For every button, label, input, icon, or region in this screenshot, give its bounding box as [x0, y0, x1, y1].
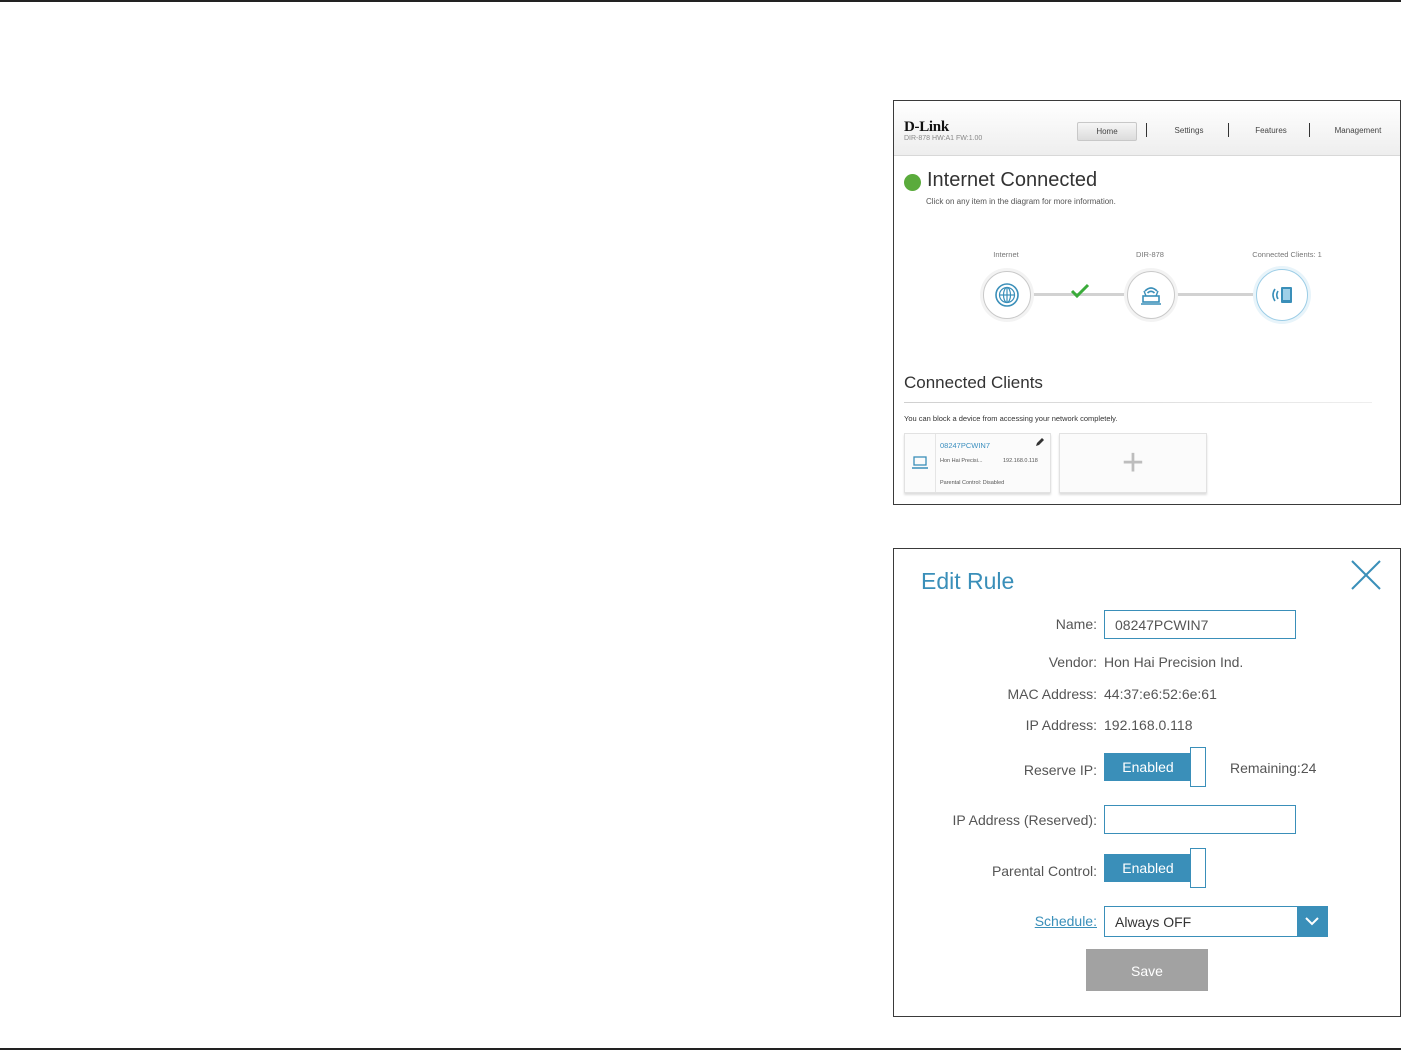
bottom-rule: [0, 1048, 1401, 1050]
close-icon[interactable]: [1349, 558, 1383, 592]
client-parental-status: Parental Control: Disabled: [940, 480, 1005, 486]
client-card-icon-area: [905, 434, 936, 492]
clients-node-label: Connected Clients: 1: [1252, 250, 1322, 259]
header-bar: D-Link DIR-878 HW:A1 FW:1.00 Home Settin…: [894, 101, 1400, 156]
name-label: Name:: [1055, 616, 1097, 632]
client-name: 08247PCWIN7: [940, 441, 991, 450]
status-indicator: [904, 174, 921, 191]
clients-node[interactable]: [1256, 269, 1308, 321]
router-clients-link: [1176, 293, 1258, 296]
toggle-knob[interactable]: [1190, 848, 1206, 888]
add-client-button[interactable]: +: [1059, 433, 1207, 493]
dialog-title: Edit Rule: [921, 568, 1015, 594]
router-icon: [1141, 287, 1161, 305]
top-rule: [0, 0, 1401, 2]
tab-home[interactable]: Home: [1077, 122, 1137, 141]
globe-icon: [995, 283, 1019, 307]
ip-reserved-input[interactable]: [1104, 805, 1296, 834]
reserve-ip-state: Enabled: [1104, 753, 1192, 781]
tab-management[interactable]: Management: [1324, 122, 1392, 139]
client-ip: 192.168.0.118: [1003, 458, 1038, 464]
ip-label: IP Address:: [1025, 717, 1097, 733]
laptop-icon: [912, 456, 928, 469]
ip-reserved-label: IP Address (Reserved):: [952, 812, 1097, 828]
save-button[interactable]: Save: [1086, 949, 1208, 991]
remaining-count: Remaining:24: [1230, 760, 1317, 776]
name-input[interactable]: [1104, 610, 1296, 639]
toggle-knob[interactable]: [1190, 747, 1206, 787]
mac-value: 44:37:e6:52:6e:61: [1104, 686, 1217, 702]
tab-settings[interactable]: Settings: [1162, 122, 1216, 139]
wireless-device-icon: [1272, 287, 1292, 303]
firmware-info: DIR-878 HW:A1 FW:1.00: [904, 135, 983, 142]
connected-clients-hint: You can block a device from accessing yo…: [904, 414, 1118, 423]
router-node[interactable]: [1127, 271, 1175, 319]
parental-control-label: Parental Control:: [991, 863, 1097, 879]
internet-node[interactable]: [983, 271, 1031, 319]
vendor-label: Vendor:: [1048, 654, 1097, 670]
schedule-select[interactable]: Always OFF: [1104, 906, 1328, 937]
parental-control-state: Enabled: [1104, 854, 1192, 882]
home-screen: D-Link DIR-878 HW:A1 FW:1.00 Home Settin…: [893, 100, 1401, 505]
parental-control-toggle[interactable]: Enabled: [1104, 848, 1206, 888]
internet-status-title: Internet Connected: [927, 169, 1098, 191]
dropdown-arrow[interactable]: [1297, 907, 1327, 936]
diagram-hint: Click on any item in the diagram for mor…: [926, 197, 1116, 206]
connected-clients-title: Connected Clients: [904, 373, 1043, 392]
schedule-link[interactable]: Schedule:: [1035, 913, 1097, 929]
edit-pencil-icon[interactable]: [1035, 437, 1045, 447]
checkmark-icon: [1070, 283, 1090, 299]
nav-divider: [1309, 123, 1310, 137]
ip-value: 192.168.0.118: [1104, 717, 1193, 733]
edit-rule-dialog: Edit Rule Name: Vendor: Hon Hai Precisio…: [893, 548, 1401, 1017]
nav-divider: [1228, 123, 1229, 137]
vendor-value: Hon Hai Precision Ind.: [1104, 654, 1244, 670]
client-vendor: Hon Hai Precisi...: [940, 458, 983, 464]
mac-label: MAC Address:: [1007, 686, 1097, 702]
client-card[interactable]: 08247PCWIN7 Hon Hai Precisi... 192.168.0…: [904, 433, 1051, 493]
schedule-value: Always OFF: [1115, 914, 1192, 930]
plus-icon: +: [1121, 442, 1145, 484]
section-divider: [904, 402, 1372, 403]
nav-divider: [1146, 123, 1147, 137]
tab-features[interactable]: Features: [1244, 122, 1298, 139]
internet-node-label: Internet: [993, 250, 1019, 259]
reserve-ip-label: Reserve IP:: [1023, 762, 1097, 778]
reserve-ip-toggle[interactable]: Enabled: [1104, 747, 1206, 787]
chevron-down-icon: [1305, 917, 1319, 926]
brand-logo: D-Link: [904, 119, 949, 135]
router-node-label: DIR-878: [1136, 250, 1164, 259]
